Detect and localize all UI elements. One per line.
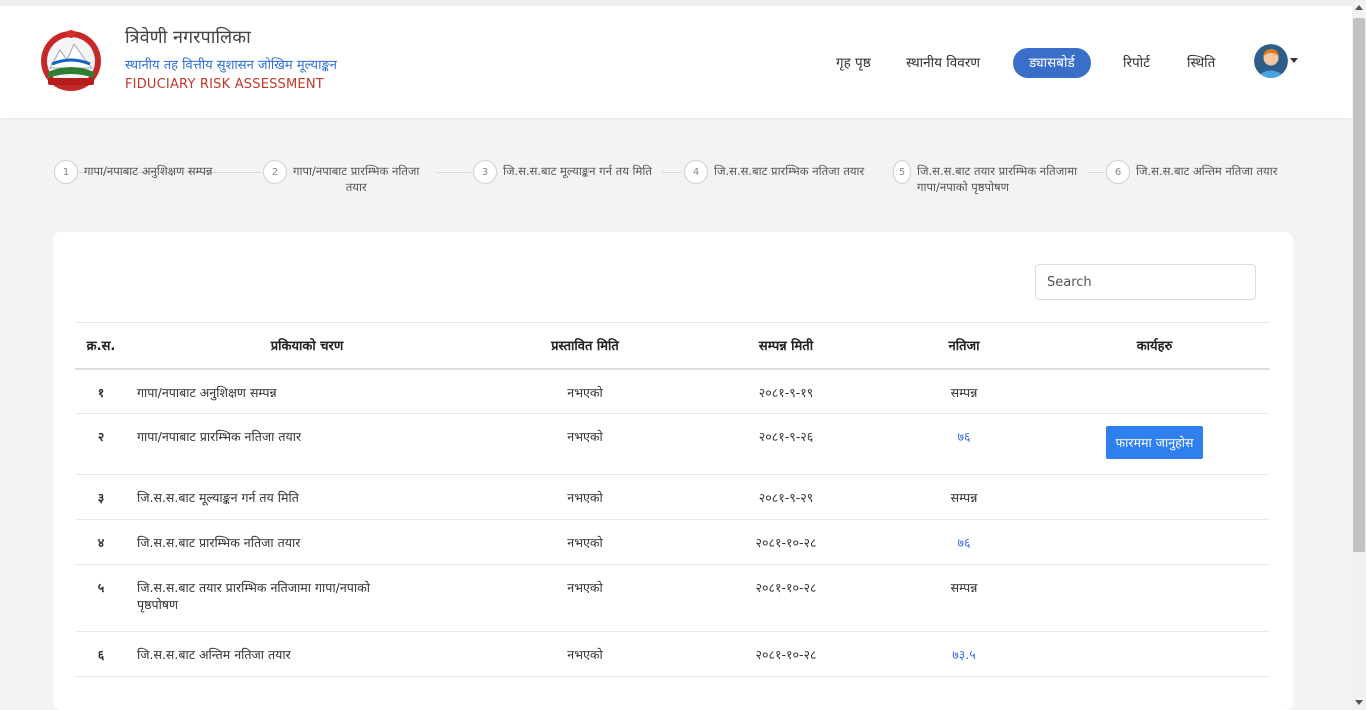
cell-completed: २०८१-९-२९ (683, 474, 889, 520)
step-connector (437, 172, 471, 173)
scroll-up-icon[interactable] (1355, 5, 1363, 10)
step-3: 3 जि.स.स.बाट मूल्याङ्कन गर्न तय मिति (473, 160, 652, 184)
step-number: 3 (473, 160, 497, 184)
cell-step: जि.स.स.बाट तयार प्रारम्भिक नतिजामा गापा/… (127, 564, 487, 632)
step-6: 6 जि.स.स.बाट अन्तिम नतिजा तयार (1106, 160, 1277, 184)
cell-step: गापा/नपाबाट प्रारम्भिक नतिजा तयार (127, 413, 487, 475)
step-2: 2 गापा/नपाबाट प्रारम्भिक नतिजा तयार (263, 160, 419, 195)
cell-action: फारममा जानुहोस (1039, 413, 1270, 475)
cell-step: जि.स.स.बाट मूल्याङ्कन गर्न तय मिति (127, 474, 487, 520)
cell-completed: २०८१-१०-२८ (683, 631, 889, 677)
user-avatar-icon[interactable] (1254, 44, 1288, 78)
cell-action (1039, 368, 1270, 414)
cell-proposed: नभएको (487, 564, 683, 632)
step-number: 2 (263, 160, 287, 184)
cell-step: जि.स.स.बाट अन्तिम नतिजा तयार (127, 631, 487, 677)
cell-sn: ५ (75, 564, 127, 632)
table-row: ५ जि.स.स.बाट तयार प्रारम्भिक नतिजामा गाप… (75, 564, 1270, 632)
cell-proposed: नभएको (487, 368, 683, 414)
cell-action (1039, 564, 1270, 632)
cell-completed: २०८१-१०-२८ (683, 519, 889, 565)
nav-dashboard[interactable]: ड्यासबोर्ड (1013, 48, 1091, 78)
chevron-down-icon[interactable] (1290, 58, 1298, 63)
result-link[interactable]: ७६ (957, 429, 970, 444)
step-1: 1 गापा/नपाबाट अनुशिक्षण सम्पन्न (54, 160, 212, 184)
scroll-down-icon[interactable] (1355, 700, 1363, 705)
cell-action (1039, 474, 1270, 520)
cell-step: जि.स.स.बाट प्रारम्भिक नतिजा तयार (127, 519, 487, 565)
cell-proposed: नभएको (487, 631, 683, 677)
step-4: 4 जि.स.स.बाट प्रारम्भिक नतिजा तयार (684, 160, 864, 184)
cell-action (1039, 631, 1270, 677)
go-to-form-button[interactable]: फारममा जानुहोस (1105, 426, 1204, 459)
step-label: जि.स.स.बाट तयार प्रारम्भिक नतिजामा गापा/न… (917, 164, 1078, 194)
cell-proposed: नभएको (487, 474, 683, 520)
col-header-actions: कार्यहरु (1039, 322, 1270, 370)
col-header-step: प्रकियाको चरण (127, 322, 487, 370)
result-link[interactable]: ७३.५ (952, 647, 975, 662)
table-row: १ गापा/नपाबाट अनुशिक्षण सम्पन्न नभएको २०… (75, 368, 1270, 414)
cell-sn: २ (75, 413, 127, 475)
process-table: क्र.स. प्रकियाको चरण प्रस्तावित मिति सम्… (75, 322, 1270, 677)
step-connector (1088, 172, 1104, 173)
step-number: 4 (684, 160, 708, 184)
system-subtitle: स्थानीय तह वित्तीय सुशासन जोखिम मूल्याङ्… (125, 58, 337, 73)
col-header-proposed-date: प्रस्तावित मिति (487, 322, 683, 370)
cell-completed: २०८१-१०-२८ (683, 564, 889, 632)
municipality-title: त्रिवेणी नगरपालिका (125, 27, 251, 48)
header: त्रिवेणी नगरपालिका स्थानीय तह वित्तीय सु… (0, 6, 1352, 118)
brand-block: त्रिवेणी नगरपालिका स्थानीय तह वित्तीय सु… (125, 26, 337, 94)
cell-action (1039, 519, 1270, 565)
table-row: २ गापा/नपाबाट प्रारम्भिक नतिजा तयार नभएक… (75, 413, 1270, 475)
nepal-emblem-logo-icon[interactable] (38, 28, 104, 94)
step-label: गापा/नपाबाट अनुशिक्षण सम्पन्न (84, 164, 213, 178)
cell-result: ७६ (889, 413, 1039, 475)
step-number: 6 (1106, 160, 1130, 184)
step-number: 5 (893, 160, 911, 184)
cell-sn: ४ (75, 519, 127, 565)
step-label: गापा/नपाबाट प्रारम्भिक नतिजा तयार (293, 164, 420, 194)
nav-local-details[interactable]: स्थानीय विवरण (906, 48, 980, 78)
step-connector (662, 172, 682, 173)
step-number: 1 (54, 160, 78, 184)
cell-result: सम्पन्न (889, 564, 1039, 632)
table-row: ६ जि.स.स.बाट अन्तिम नतिजा तयार नभएको २०८… (75, 631, 1270, 677)
nav-status[interactable]: स्थिति (1187, 48, 1215, 78)
cell-result: ७३.५ (889, 631, 1039, 677)
col-header-result: नतिजा (889, 322, 1039, 370)
nav-report[interactable]: रिपोर्ट (1123, 48, 1150, 78)
cell-sn: ६ (75, 631, 127, 677)
cell-proposed: नभएको (487, 519, 683, 565)
cell-result: सम्पन्न (889, 368, 1039, 414)
table-row: ४ जि.स.स.बाट प्रारम्भिक नतिजा तयार नभएको… (75, 519, 1270, 565)
cell-completed: २०८१-९-२६ (683, 413, 889, 475)
table-header-row: क्र.स. प्रकियाको चरण प्रस्तावित मिति सम्… (75, 322, 1270, 370)
step-label: जि.स.स.बाट अन्तिम नतिजा तयार (1136, 164, 1278, 178)
cell-step: गापा/नपाबाट अनुशिक्षण सम्पन्न (127, 368, 487, 414)
cell-sn: १ (75, 368, 127, 414)
cell-completed: २०८१-९-१९ (683, 368, 889, 414)
system-subtitle-en: FIDUCIARY RISK ASSESSMENT (125, 77, 324, 92)
step-label: जि.स.स.बाट प्रारम्भिक नतिजा तयार (714, 164, 865, 178)
search-input[interactable] (1035, 264, 1256, 300)
nav-home[interactable]: गृह पृष्ठ (836, 48, 871, 78)
cell-result: सम्पन्न (889, 474, 1039, 520)
cell-proposed: नभएको (487, 413, 683, 475)
cell-sn: ३ (75, 474, 127, 520)
step-5: 5 जि.स.स.बाट तयार प्रारम्भिक नतिजामा गापा… (893, 160, 1077, 195)
table-row: ३ जि.स.स.बाट मूल्याङ्कन गर्न तय मिति नभए… (75, 474, 1270, 520)
col-header-completed-date: सम्पन्न मिती (683, 322, 889, 370)
step-label: जि.स.स.बाट मूल्याङ्कन गर्न तय मिति (503, 164, 652, 178)
scrollbar-thumb[interactable] (1353, 18, 1365, 552)
cell-result: ७६ (889, 519, 1039, 565)
result-link[interactable]: ७६ (957, 535, 970, 550)
col-header-sn: क्र.स. (75, 322, 127, 370)
